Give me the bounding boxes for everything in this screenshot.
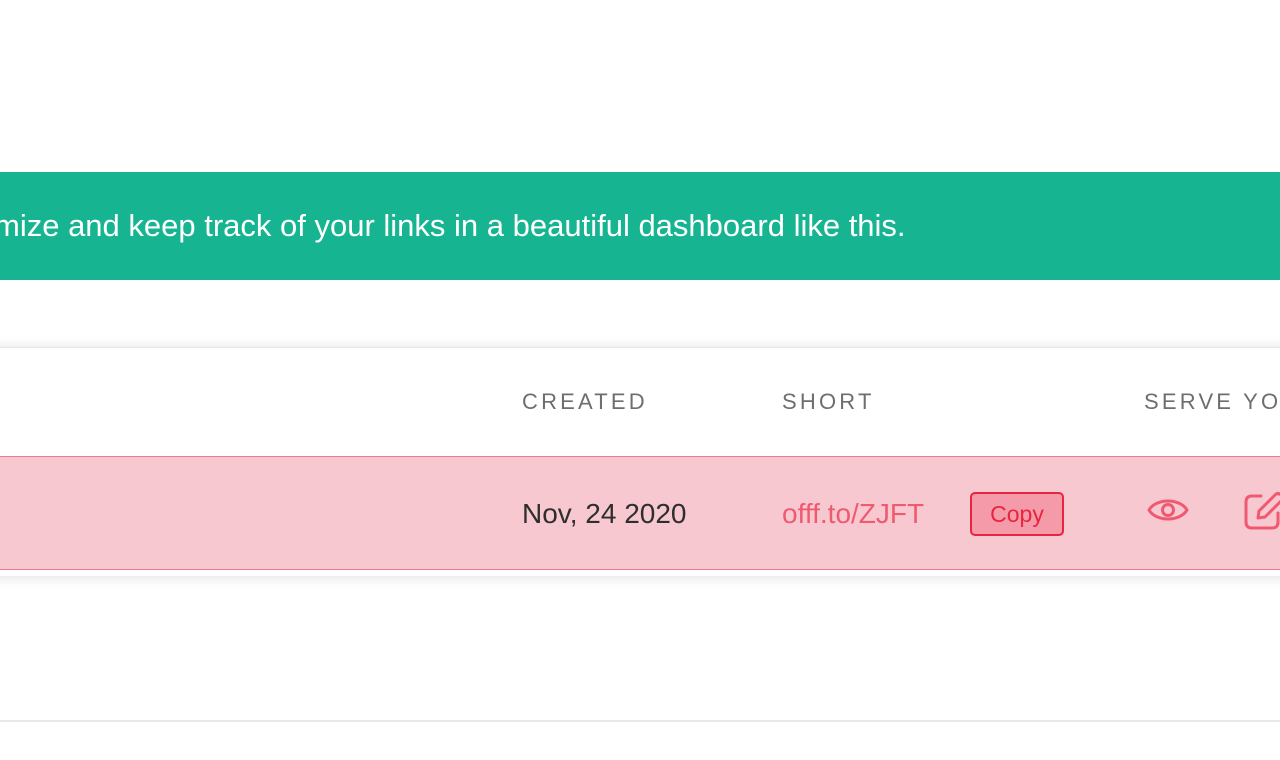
page: mize and keep track of your links in a b… bbox=[0, 0, 1280, 760]
eye-icon[interactable] bbox=[1146, 490, 1190, 530]
column-header-short: SHORT bbox=[782, 389, 875, 414]
column-header-created: CREATED bbox=[522, 389, 648, 414]
copy-button[interactable]: Copy bbox=[970, 492, 1064, 536]
created-date: Nov, 24 2020 bbox=[522, 498, 687, 529]
edit-icon[interactable] bbox=[1242, 490, 1280, 530]
banner-text: mize and keep track of your links in a b… bbox=[0, 208, 906, 243]
divider bbox=[0, 720, 1280, 722]
column-header-serve: SERVE YOU bbox=[1144, 389, 1280, 414]
short-link[interactable]: offf.to/ZJFT bbox=[782, 497, 924, 531]
